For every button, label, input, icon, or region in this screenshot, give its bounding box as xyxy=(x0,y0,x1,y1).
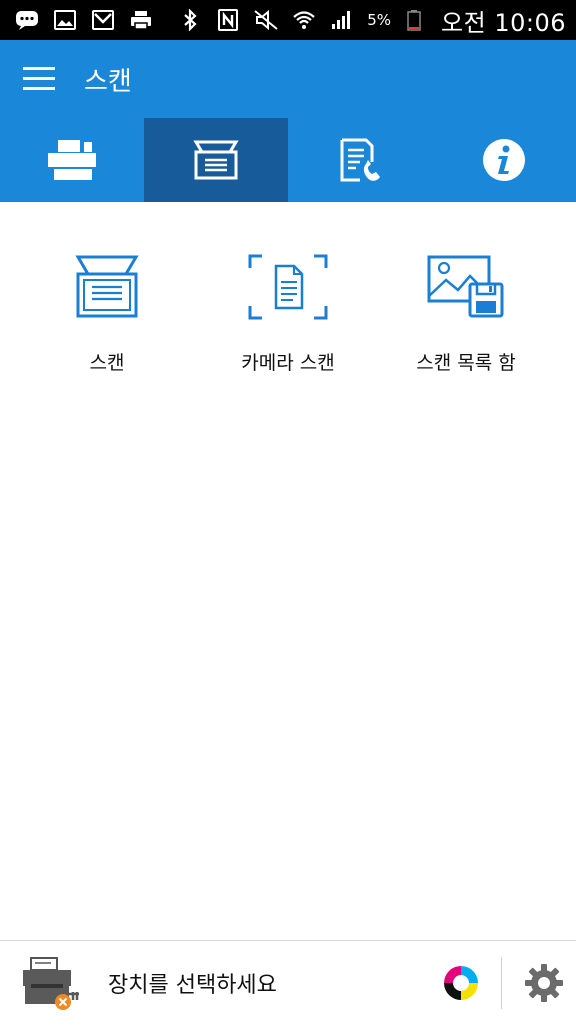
status-bar: 5% 오전 10:06 xyxy=(0,0,576,40)
printer-icon xyxy=(48,140,96,180)
hamburger-icon xyxy=(23,67,55,90)
status-bar-right: 5% 오전 10:06 xyxy=(177,3,566,38)
page-title: 스캔 xyxy=(84,66,132,97)
scan-list-icon xyxy=(427,255,504,318)
tab-bar xyxy=(0,118,576,202)
app-bar: 스캔 xyxy=(0,40,576,118)
battery-icon xyxy=(403,9,429,31)
bluetooth-icon xyxy=(177,9,203,31)
chat-bubble-icon xyxy=(14,9,40,31)
menu-button[interactable] xyxy=(0,40,78,118)
info-icon xyxy=(483,139,525,181)
ink-levels-button[interactable] xyxy=(431,941,491,1025)
scan-option-label: 카메라 스캔 xyxy=(241,352,335,374)
tab-info[interactable] xyxy=(432,118,576,202)
tab-print[interactable] xyxy=(0,118,144,202)
tab-fax[interactable] xyxy=(288,118,432,202)
main-content: 스캔 카메라 스캔 스캔 목록 함 xyxy=(0,202,576,940)
scan-option-label: 스캔 목록 함 xyxy=(416,352,516,374)
scanner-icon xyxy=(193,140,239,180)
divider xyxy=(501,956,502,1009)
status-clock: 오전 10:06 xyxy=(441,8,566,37)
wifi-icon xyxy=(291,9,317,31)
nfc-icon xyxy=(215,9,241,31)
scan-option-scan[interactable]: 스캔 xyxy=(0,250,192,375)
camera-scan-icon xyxy=(248,254,328,320)
battery-percent: 5% xyxy=(367,11,392,29)
printer-status-button[interactable] xyxy=(0,941,100,1025)
scan-options-grid: 스캔 카메라 스캔 스캔 목록 함 xyxy=(0,202,576,375)
settings-button[interactable] xyxy=(512,941,576,1025)
mail-icon xyxy=(90,9,116,31)
scan-option-camera-scan[interactable]: 카메라 스캔 xyxy=(192,250,384,375)
select-device-prompt[interactable]: 장치를 선택하세요 xyxy=(108,967,431,999)
gear-icon xyxy=(525,963,563,1002)
disconnected-printer-icon xyxy=(23,956,79,1010)
scan-option-scan-list[interactable]: 스캔 목록 함 xyxy=(370,250,562,375)
ink-levels-icon xyxy=(444,965,478,1000)
signal-icon xyxy=(329,9,355,31)
scanner-icon xyxy=(75,255,139,318)
tab-scan[interactable] xyxy=(144,118,288,202)
bottom-bar: 장치를 선택하세요 xyxy=(0,940,576,1024)
fax-icon xyxy=(340,138,380,182)
scan-option-label: 스캔 xyxy=(89,352,125,374)
image-icon xyxy=(52,9,78,31)
status-bar-left xyxy=(14,9,154,31)
mute-icon xyxy=(253,9,279,31)
printer-icon xyxy=(128,9,154,31)
